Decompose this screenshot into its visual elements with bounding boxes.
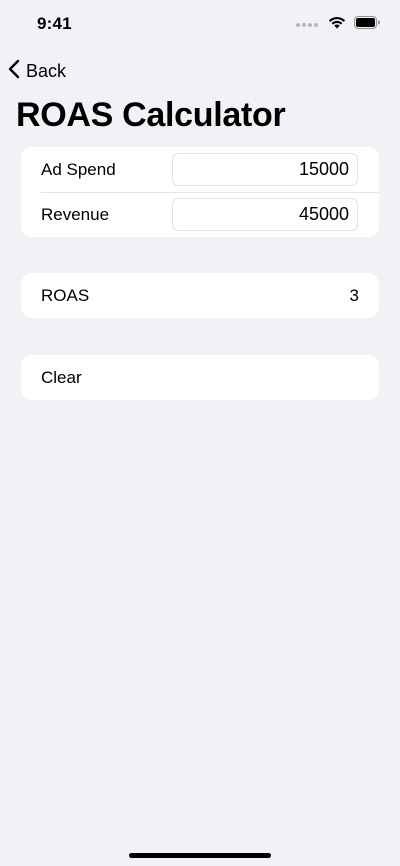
chevron-left-icon	[8, 59, 20, 84]
ad-spend-input[interactable]	[172, 153, 358, 186]
revenue-input[interactable]	[172, 198, 358, 231]
status-bar: 9:41	[0, 0, 400, 48]
roas-value: 3	[349, 285, 359, 305]
ad-spend-label: Ad Spend	[41, 159, 116, 179]
home-indicator	[129, 853, 271, 858]
revenue-label: Revenue	[41, 204, 110, 224]
page-title: ROAS Calculator	[16, 96, 286, 134]
clear-button[interactable]: Clear	[21, 355, 379, 400]
roas-label: ROAS	[41, 285, 90, 305]
status-time: 9:41	[37, 14, 72, 33]
battery-icon	[354, 16, 380, 34]
clear-row: Clear	[21, 355, 379, 400]
back-label: Back	[26, 60, 67, 81]
ad-spend-row: Ad Spend	[21, 147, 379, 192]
wifi-icon	[328, 16, 346, 34]
status-icons	[296, 16, 380, 34]
revenue-row: Revenue	[21, 192, 379, 237]
roas-row: ROAS 3	[21, 273, 379, 318]
back-button[interactable]: Back	[8, 58, 66, 84]
clear-label: Clear	[41, 367, 82, 387]
result-card: ROAS 3	[21, 273, 379, 318]
inputs-card: Ad Spend Revenue	[21, 147, 379, 237]
cellular-signal-icon	[296, 23, 318, 27]
